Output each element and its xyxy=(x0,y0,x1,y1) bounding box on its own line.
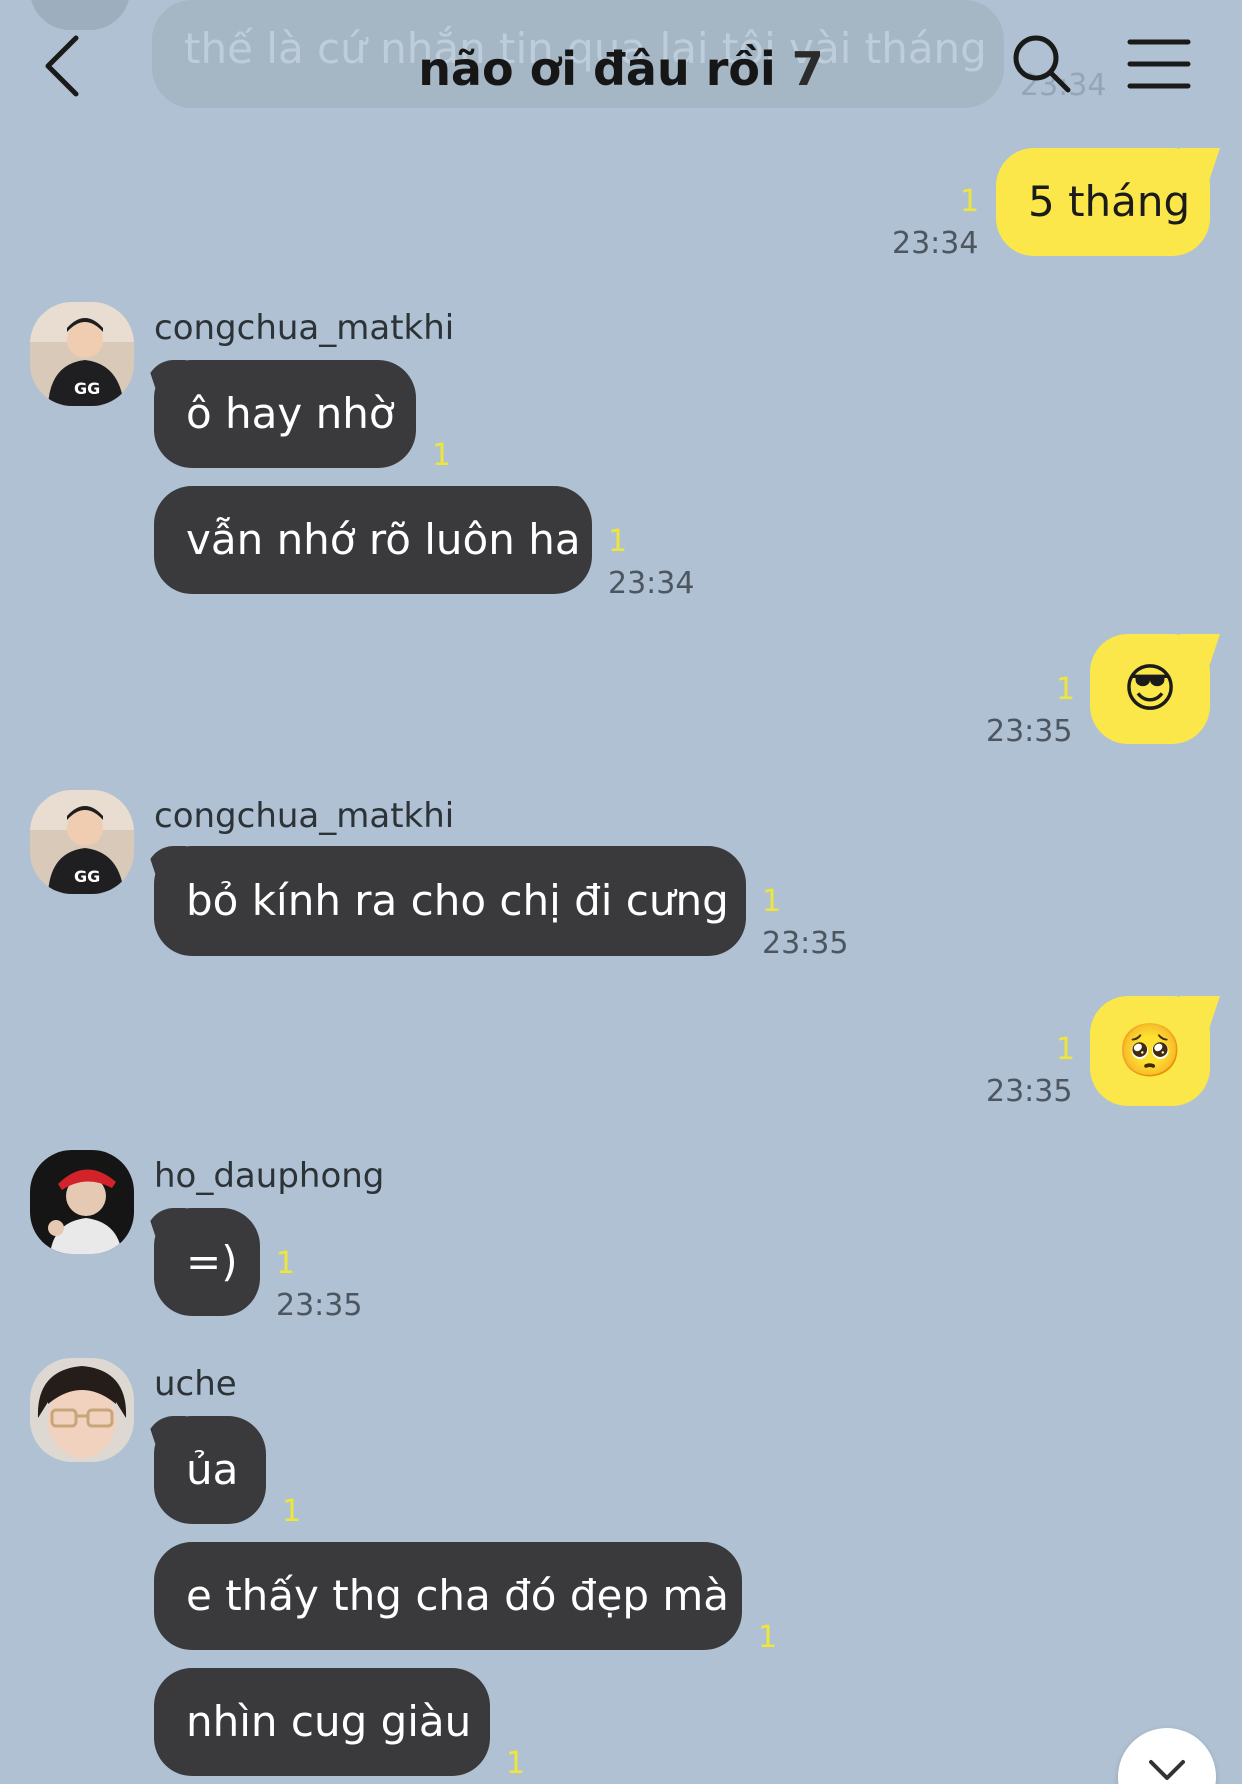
message-text: bỏ kính ra cho chị đi cưng xyxy=(186,876,729,925)
unread-count: 1 xyxy=(282,1494,302,1529)
sender-name: uche xyxy=(154,1364,237,1404)
search-button[interactable] xyxy=(1010,32,1074,96)
faded-avatar xyxy=(30,0,130,30)
avatar-ho-dauphong[interactable] xyxy=(30,1150,134,1254)
pleading-face-icon: 🥺 xyxy=(1117,1021,1183,1081)
message-time: 23:35 xyxy=(276,1288,363,1323)
message-text: ô hay nhờ xyxy=(186,389,395,438)
unread-count: 1 xyxy=(608,524,628,559)
svg-text:GG: GG xyxy=(74,867,100,886)
scroll-to-bottom-button[interactable] xyxy=(1118,1728,1216,1784)
chat-screen: thế là cứ nhắn tin qua lại tôi vài tháng… xyxy=(0,0,1242,1784)
avatar-image: GG xyxy=(30,302,134,406)
avatar-congchua-matkhi[interactable]: GG xyxy=(30,302,134,406)
their-message-bubble[interactable]: =) xyxy=(154,1208,260,1316)
chevron-down-icon xyxy=(1149,1760,1185,1780)
avatar-image xyxy=(30,1358,134,1462)
search-icon xyxy=(1013,35,1071,93)
unread-count: 1 xyxy=(506,1746,526,1781)
message-text: =) xyxy=(186,1237,238,1286)
unread-count: 1 xyxy=(1056,672,1076,707)
menu-button[interactable] xyxy=(1126,36,1192,92)
their-message-bubble[interactable]: vẫn nhớ rõ luôn ha xyxy=(154,486,592,594)
their-message-bubble[interactable]: ủa xyxy=(154,1416,266,1524)
unread-count: 1 xyxy=(276,1246,296,1281)
message-text: ủa xyxy=(186,1445,239,1494)
their-message-bubble[interactable]: ô hay nhờ xyxy=(154,360,416,468)
message-text: nhìn cug giàu xyxy=(186,1697,472,1746)
hamburger-menu-icon xyxy=(1127,39,1191,89)
unread-count: 1 xyxy=(762,884,782,919)
sunglasses-face-icon: 😎 xyxy=(1122,659,1178,719)
message-time: 23:34 xyxy=(608,566,695,601)
avatar-image xyxy=(30,1150,134,1254)
sender-name: congchua_matkhi xyxy=(154,308,455,348)
avatar-congchua-matkhi[interactable]: GG xyxy=(30,790,134,894)
my-message-bubble[interactable]: 5 tháng xyxy=(996,148,1210,256)
message-time: 23:35 xyxy=(986,1074,1073,1109)
unread-count: 1 xyxy=(432,438,452,473)
their-message-bubble[interactable]: e thấy thg cha đó đẹp mà xyxy=(154,1542,742,1650)
avatar-uche[interactable] xyxy=(30,1358,134,1462)
message-text: 5 tháng xyxy=(1028,177,1191,226)
their-message-bubble[interactable]: bỏ kính ra cho chị đi cưng xyxy=(154,846,746,956)
unread-count: 1 xyxy=(758,1620,778,1655)
message-text: e thấy thg cha đó đẹp mà xyxy=(186,1571,729,1620)
message-time: 23:34 xyxy=(892,226,979,261)
their-message-bubble[interactable]: nhìn cug giàu xyxy=(154,1668,490,1776)
avatar-image: GG xyxy=(30,790,134,894)
my-message-bubble[interactable]: 🥺 xyxy=(1090,996,1210,1106)
my-message-bubble[interactable]: 😎 xyxy=(1090,634,1210,744)
sender-name: ho_dauphong xyxy=(154,1156,385,1196)
chat-room-name: não ơi đâu rồi xyxy=(418,42,776,96)
chat-header: thế là cứ nhắn tin qua lại tôi vài tháng… xyxy=(0,0,1242,130)
message-time: 23:35 xyxy=(986,714,1073,749)
sender-name: congchua_matkhi xyxy=(154,796,455,836)
message-text: vẫn nhớ rõ luôn ha xyxy=(186,515,581,564)
svg-text:GG: GG xyxy=(74,379,100,398)
unread-count: 1 xyxy=(960,184,980,219)
message-time: 23:35 xyxy=(762,926,849,961)
member-count: 7 xyxy=(791,42,824,96)
unread-count: 1 xyxy=(1056,1032,1076,1067)
